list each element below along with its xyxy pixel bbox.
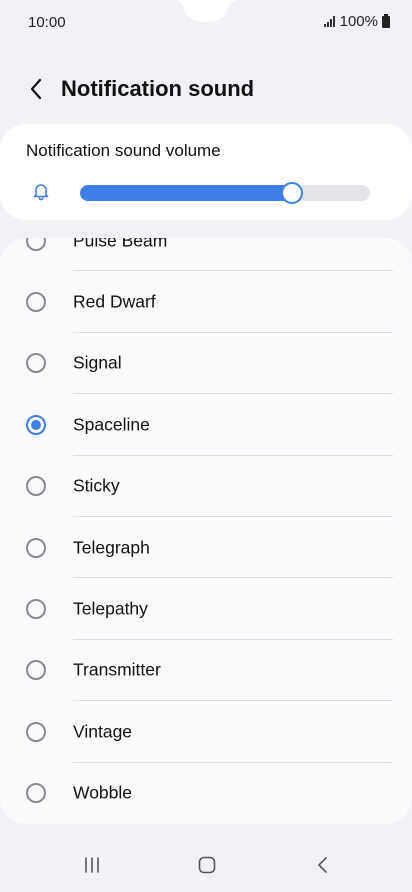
nav-back-button[interactable] [308,850,338,880]
sound-option-label: Transmitter [73,659,161,680]
sound-option-label: Red Dwarf [73,291,156,312]
sound-option-label: Sticky [73,475,120,496]
volume-slider-fill [80,185,292,201]
battery-percent: 100% [339,13,378,30]
radio-button[interactable] [26,537,46,558]
radio-button-selected[interactable] [26,414,46,435]
bell-icon[interactable] [31,181,51,201]
radio-button[interactable] [26,476,46,497]
back-icon [318,857,327,873]
navigation-bar [0,836,412,892]
radio-button[interactable] [26,238,46,251]
volume-slider[interactable] [80,182,370,204]
sound-option-label: Pulse Beam [73,238,168,251]
signal-icon [323,16,335,27]
volume-card: Notification sound volume [0,124,412,220]
battery-icon [382,13,390,28]
radio-button[interactable] [26,721,46,742]
radio-button[interactable] [26,660,46,681]
status-time: 10:00 [28,14,66,31]
volume-label: Notification sound volume [26,141,221,160]
sound-option[interactable]: Spaceline [0,394,412,456]
sound-option[interactable]: Signal [0,333,412,395]
sound-option[interactable]: Vintage [0,701,412,763]
status-indicators: 100% [323,13,390,30]
home-icon [198,856,216,874]
sound-option[interactable]: Wobble [0,763,412,824]
sound-option-label: Spaceline [73,414,150,435]
volume-slider-thumb[interactable] [280,182,303,204]
sound-option-label: Telepathy [73,598,148,619]
back-button[interactable] [14,67,58,111]
sound-option[interactable]: Sticky [0,456,412,517]
sound-option-label: Signal [73,352,122,373]
chevron-left-icon [30,78,42,100]
sound-option[interactable]: Transmitter [0,640,412,702]
sound-option[interactable]: Red Dwarf [0,271,412,333]
radio-button[interactable] [26,783,46,804]
sound-option-label: Vintage [73,721,133,742]
header: Notification sound [0,62,412,116]
sound-option[interactable]: Telegraph [0,517,412,579]
sound-option-label: Wobble [73,782,133,803]
sound-option[interactable]: Pulse Beam [0,238,412,272]
radio-button[interactable] [26,292,46,313]
status-bar: 10:00 100% [0,0,412,46]
sound-option-label: Telegraph [73,537,150,558]
sound-list: Pulse Beam Red Dwarf Signal Spaceline Sticky… [0,238,412,824]
radio-button[interactable] [26,353,46,374]
recent-apps-button[interactable] [77,850,107,880]
recent-apps-icon [85,857,99,873]
page-title: Notification sound [61,76,255,101]
home-button[interactable] [192,850,222,880]
camera-notch [171,0,241,22]
sound-option[interactable]: Telepathy [0,578,412,640]
radio-button[interactable] [26,599,46,620]
